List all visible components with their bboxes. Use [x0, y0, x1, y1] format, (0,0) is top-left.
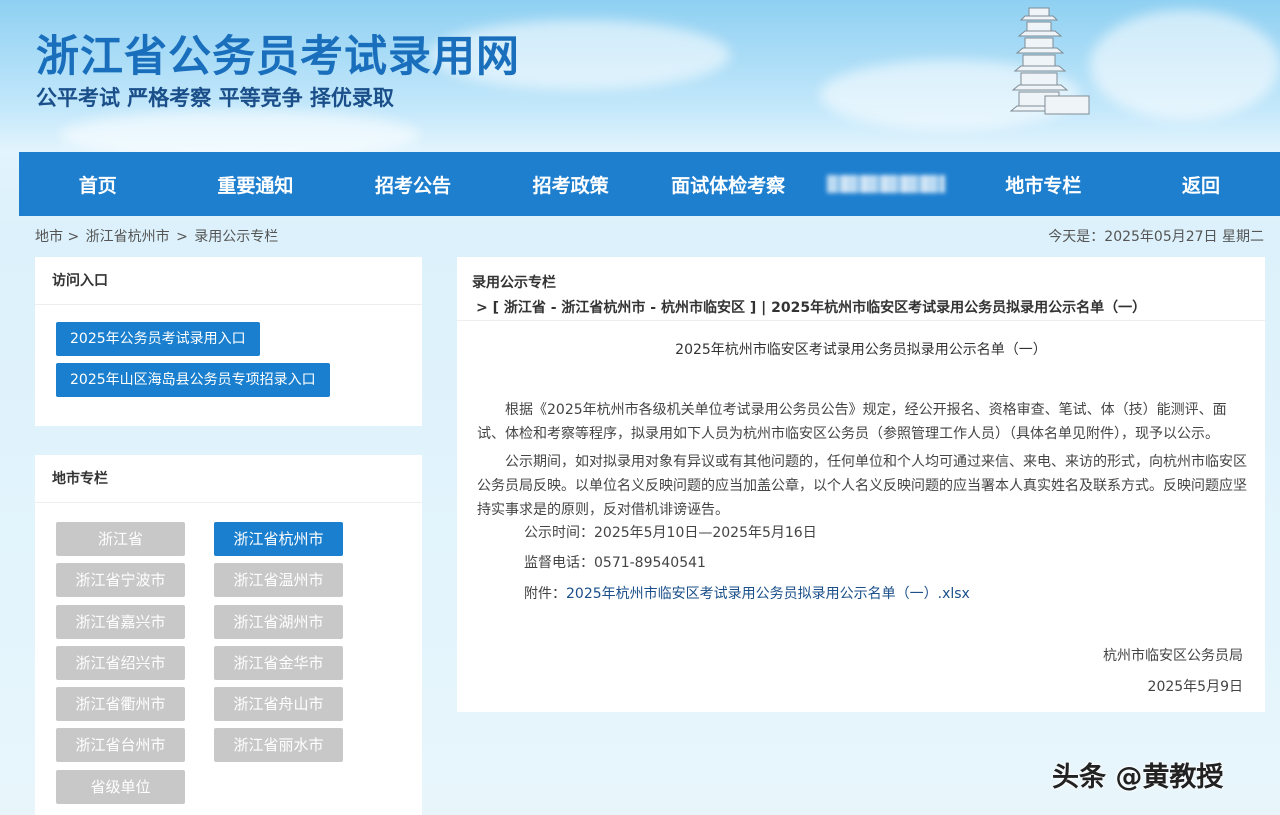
city-quzhou[interactable]: 浙江省衢州市: [56, 687, 185, 721]
access-panel: 访问入口 2025年公务员考试录用入口 2025年山区海岛县公务员专项招录入口: [35, 257, 422, 426]
exam-entry-button[interactable]: 2025年公务员考试录用入口: [56, 322, 260, 356]
breadcrumb-hangzhou[interactable]: 浙江省杭州市: [86, 229, 170, 245]
paragraph-basis: 根据《2025年杭州市各级机关单位考试录用公务员公告》规定，经公开报名、资格审查…: [477, 402, 1227, 442]
publicity-period: 公示时间：2025年5月10日—2025年5月16日: [524, 522, 817, 542]
nav-recruitment-announcements[interactable]: 招考公告: [334, 171, 492, 198]
main-content-panel: 录用公示专栏 > [ 浙江省 - 浙江省杭州市 - 杭州市临安区 ] | 202…: [457, 257, 1265, 712]
sign-date: 2025年5月9日: [1147, 679, 1243, 695]
paragraph-objection: 公示期间，如对拟录用对象有异议或有其他问题的，任何单位和个人均可通过来信、来电、…: [477, 454, 1247, 518]
site-slogan: 公平考试 严格考察 平等竞争 择优录取: [36, 86, 394, 110]
period-value: 2025年5月10日—2025年5月16日: [594, 525, 817, 541]
watermark: 头条 @黄教授: [1052, 762, 1224, 793]
pagoda-illustration: [1009, 7, 1090, 115]
city-ningbo[interactable]: 浙江省宁波市: [56, 563, 185, 597]
site-title: 浙江省公务员考试录用网: [36, 32, 520, 82]
supervision-phone: 监督电话：0571-89540541: [524, 552, 706, 572]
cloud-decoration: [1090, 10, 1280, 120]
attachment-link[interactable]: 2025年杭州市临安区考试录用公务员拟录用公示名单（一）.xlsx: [566, 586, 970, 602]
nav-city-column[interactable]: 地市专栏: [965, 171, 1123, 198]
article-path: > [ 浙江省 - 浙江省杭州市 - 杭州市临安区 ] | 2025年杭州市临安…: [476, 300, 1147, 316]
nav-home[interactable]: 首页: [19, 171, 177, 198]
city-jinhua[interactable]: 浙江省金华市: [214, 646, 343, 680]
breadcrumb: 地市 > 浙江省杭州市 > 录用公示专栏: [35, 226, 280, 246]
city-jiaxing[interactable]: 浙江省嘉兴市: [56, 605, 185, 639]
signer: 杭州市临安区公务员局: [1103, 648, 1243, 664]
nav-important-notices[interactable]: 重要通知: [177, 171, 335, 198]
attachment: 附件：2025年杭州市临安区考试录用公务员拟录用公示名单（一）.xlsx: [524, 583, 970, 603]
city-shaoxing[interactable]: 浙江省绍兴市: [56, 646, 185, 680]
breadcrumb-current[interactable]: 录用公示专栏: [194, 229, 278, 245]
city-wenzhou[interactable]: 浙江省温州市: [214, 563, 343, 597]
today-date: 今天是：2025年05月27日 星期二: [1048, 229, 1264, 245]
nav-recruitment-policy[interactable]: 招考政策: [492, 171, 650, 198]
breadcrumb-city[interactable]: 地市 >: [35, 229, 79, 245]
section-title: 录用公示专栏: [472, 275, 556, 291]
nav-back[interactable]: 返回: [1122, 171, 1280, 198]
period-label: 公示时间：: [524, 525, 594, 541]
main-navigation: 首页 重要通知 招考公告 招考政策 面试体检考察 地市专栏 返回: [19, 152, 1280, 216]
mountain-island-entry-button[interactable]: 2025年山区海岛县公务员专项招录入口: [56, 363, 330, 397]
city-zhoushan[interactable]: 浙江省舟山市: [214, 687, 343, 721]
phone-value: 0571-89540541: [594, 555, 706, 571]
blurred-label: [826, 175, 945, 193]
city-lishui[interactable]: 浙江省丽水市: [214, 728, 343, 762]
city-taizhou[interactable]: 浙江省台州市: [56, 728, 185, 762]
nav-blurred-item[interactable]: [807, 175, 965, 193]
breadcrumb-sep: >: [176, 229, 188, 245]
document-title: 2025年杭州市临安区考试录用公务员拟录用公示名单（一）: [675, 342, 1047, 358]
city-provincial-units[interactable]: 省级单位: [56, 770, 185, 804]
city-panel-title: 地市专栏: [35, 455, 422, 503]
city-huzhou[interactable]: 浙江省湖州市: [214, 605, 343, 639]
city-panel: 地市专栏 浙江省 浙江省杭州市 浙江省宁波市 浙江省温州市 浙江省嘉兴市 浙江省…: [35, 455, 422, 815]
access-panel-title: 访问入口: [35, 257, 422, 305]
nav-interview-exam[interactable]: 面试体检考察: [649, 171, 807, 198]
city-hangzhou[interactable]: 浙江省杭州市: [214, 522, 343, 556]
attachment-label: 附件：: [524, 586, 566, 602]
city-zhejiang[interactable]: 浙江省: [56, 522, 185, 556]
phone-label: 监督电话：: [524, 555, 594, 571]
